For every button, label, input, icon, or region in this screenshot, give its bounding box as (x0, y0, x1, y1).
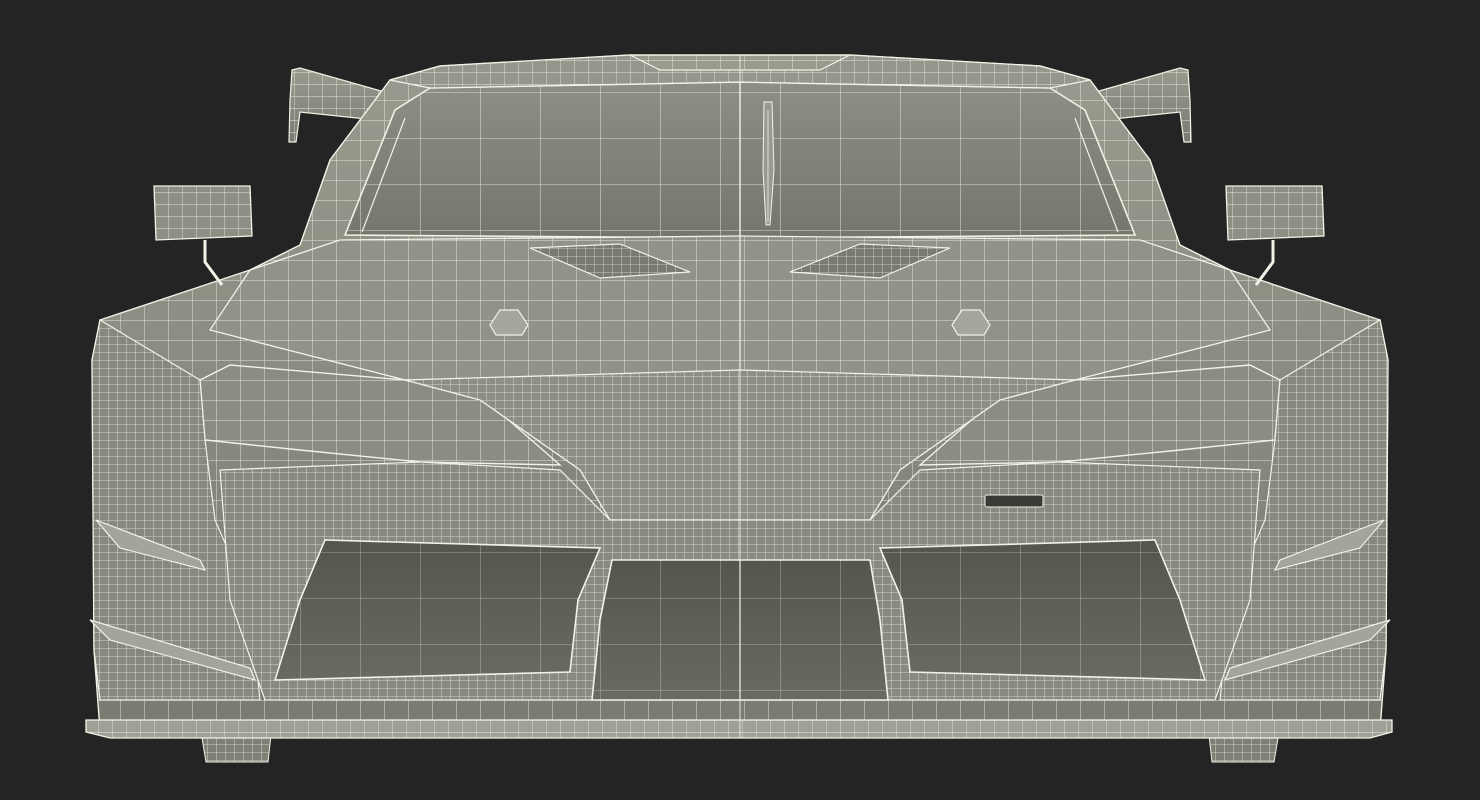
left-mirror (153, 185, 253, 286)
front-splitter (85, 719, 1393, 739)
badge-plate (984, 494, 1044, 508)
left-air-intake (273, 539, 602, 681)
car-wireframe-render (85, 54, 1393, 763)
right-air-intake (878, 539, 1207, 681)
viewport (0, 0, 1480, 800)
right-mirror (1225, 185, 1325, 286)
